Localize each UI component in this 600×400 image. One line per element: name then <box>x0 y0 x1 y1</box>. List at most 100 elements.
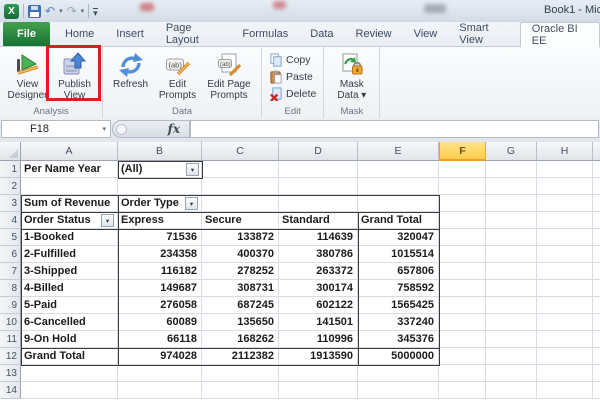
cell-G6[interactable] <box>486 246 537 263</box>
redo-icon[interactable]: ↷ <box>67 5 77 17</box>
cell-E13[interactable] <box>358 365 439 382</box>
row-header-14[interactable]: 14 <box>0 382 21 399</box>
cell-D14[interactable] <box>279 382 358 399</box>
tab-file[interactable]: File <box>3 22 50 46</box>
row-header-9[interactable]: 9 <box>0 297 21 314</box>
cell-F5[interactable] <box>439 229 486 246</box>
paste-button[interactable]: Paste <box>266 69 319 85</box>
delete-button[interactable]: Delete <box>266 86 319 102</box>
tab-review[interactable]: Review <box>345 22 403 46</box>
undo-icon[interactable]: ↶ <box>45 5 55 17</box>
row-header-11[interactable]: 11 <box>0 331 21 348</box>
per-name-year-filter-dropdown[interactable]: ▾ <box>186 163 199 176</box>
cell-partial[interactable] <box>593 229 600 246</box>
cell-E1[interactable] <box>358 161 439 178</box>
cell-partial[interactable] <box>593 365 600 382</box>
cell-C14[interactable] <box>202 382 279 399</box>
cell-D11[interactable]: 110996 <box>279 331 358 348</box>
tab-view[interactable]: View <box>403 22 449 46</box>
row-header-13[interactable]: 13 <box>0 365 21 382</box>
cell-B6[interactable]: 234358 <box>118 246 202 263</box>
cell-B14[interactable] <box>118 382 202 399</box>
cell-D7[interactable]: 263372 <box>279 263 358 280</box>
cell-F8[interactable] <box>439 280 486 297</box>
cell-E4[interactable]: Grand Total <box>358 212 439 229</box>
save-icon[interactable] <box>28 5 41 18</box>
cell-E8[interactable]: 758592 <box>358 280 439 297</box>
row-header-4[interactable]: 4 <box>0 212 21 229</box>
cell-F1[interactable] <box>439 161 486 178</box>
cell-E14[interactable] <box>358 382 439 399</box>
mask-data-button[interactable]: MaskData ▾ <box>328 50 375 101</box>
cell-B5[interactable]: 71536 <box>118 229 202 246</box>
order-status-filter-dropdown[interactable]: ▾ <box>101 214 114 227</box>
cell-F11[interactable] <box>439 331 486 348</box>
cell-E3[interactable] <box>358 195 439 212</box>
row-header-12[interactable]: 12 <box>0 348 21 365</box>
cell-partial[interactable] <box>593 348 600 365</box>
cell-A9[interactable]: 5-Paid <box>21 297 118 314</box>
cell-A2[interactable] <box>21 178 118 195</box>
cell-H1[interactable] <box>537 161 593 178</box>
insert-function-icon[interactable]: fx <box>168 122 180 136</box>
cell-C1[interactable] <box>202 161 279 178</box>
cell-C2[interactable] <box>202 178 279 195</box>
row-header-1[interactable]: 1 <box>0 161 21 178</box>
cell-F9[interactable] <box>439 297 486 314</box>
cell-C8[interactable]: 308731 <box>202 280 279 297</box>
column-header-H[interactable]: H <box>537 142 593 161</box>
cell-G8[interactable] <box>486 280 537 297</box>
cell-A13[interactable] <box>21 365 118 382</box>
cell-H7[interactable] <box>537 263 593 280</box>
cell-partial[interactable] <box>593 263 600 280</box>
cell-D13[interactable] <box>279 365 358 382</box>
column-header-G[interactable]: G <box>486 142 537 161</box>
cell-H13[interactable] <box>537 365 593 382</box>
cell-partial[interactable] <box>593 246 600 263</box>
cell-partial[interactable] <box>593 297 600 314</box>
cell-partial[interactable] <box>593 212 600 229</box>
cell-E12[interactable]: 5000000 <box>358 348 439 365</box>
cell-G14[interactable] <box>486 382 537 399</box>
row-header-5[interactable]: 5 <box>0 229 21 246</box>
cell-H9[interactable] <box>537 297 593 314</box>
cell-H14[interactable] <box>537 382 593 399</box>
cell-C13[interactable] <box>202 365 279 382</box>
undo-dropdown-icon[interactable]: ▾ <box>59 7 63 15</box>
column-header-B[interactable]: B <box>118 142 202 161</box>
cell-H5[interactable] <box>537 229 593 246</box>
cell-H11[interactable] <box>537 331 593 348</box>
view-designer-button[interactable]: ViewDesigner <box>4 50 51 101</box>
cell-A10[interactable]: 6-Cancelled <box>21 314 118 331</box>
cell-C6[interactable]: 400370 <box>202 246 279 263</box>
cell-D12[interactable]: 1913590 <box>279 348 358 365</box>
cell-partial[interactable] <box>593 161 600 178</box>
cell-A6[interactable]: 2-Fulfilled <box>21 246 118 263</box>
cell-C5[interactable]: 133872 <box>202 229 279 246</box>
name-box[interactable]: F18 ▾ <box>1 120 111 138</box>
cell-B12[interactable]: 974028 <box>118 348 202 365</box>
cell-G10[interactable] <box>486 314 537 331</box>
cell-D3[interactable] <box>279 195 358 212</box>
cell-partial[interactable] <box>593 178 600 195</box>
cell-D4[interactable]: Standard <box>279 212 358 229</box>
cell-G1[interactable] <box>486 161 537 178</box>
cell-E2[interactable] <box>358 178 439 195</box>
cell-G9[interactable] <box>486 297 537 314</box>
cell-A3[interactable]: Sum of Revenue <box>21 195 118 212</box>
copy-button[interactable]: Copy <box>266 52 319 68</box>
row-header-6[interactable]: 6 <box>0 246 21 263</box>
cell-F10[interactable] <box>439 314 486 331</box>
redo-dropdown-icon[interactable]: ▾ <box>81 7 85 15</box>
tab-oracle-bi-ee[interactable]: Oracle BI EE <box>520 22 600 47</box>
cell-E6[interactable]: 1015514 <box>358 246 439 263</box>
cell-F12[interactable] <box>439 348 486 365</box>
cell-H2[interactable] <box>537 178 593 195</box>
cell-D1[interactable] <box>279 161 358 178</box>
edit-prompts-button[interactable]: (ab) EditPrompts <box>154 50 201 101</box>
tab-insert[interactable]: Insert <box>105 22 155 46</box>
cell-partial[interactable] <box>593 195 600 212</box>
row-header-10[interactable]: 10 <box>0 314 21 331</box>
cell-partial[interactable] <box>593 382 600 399</box>
cell-F2[interactable] <box>439 178 486 195</box>
